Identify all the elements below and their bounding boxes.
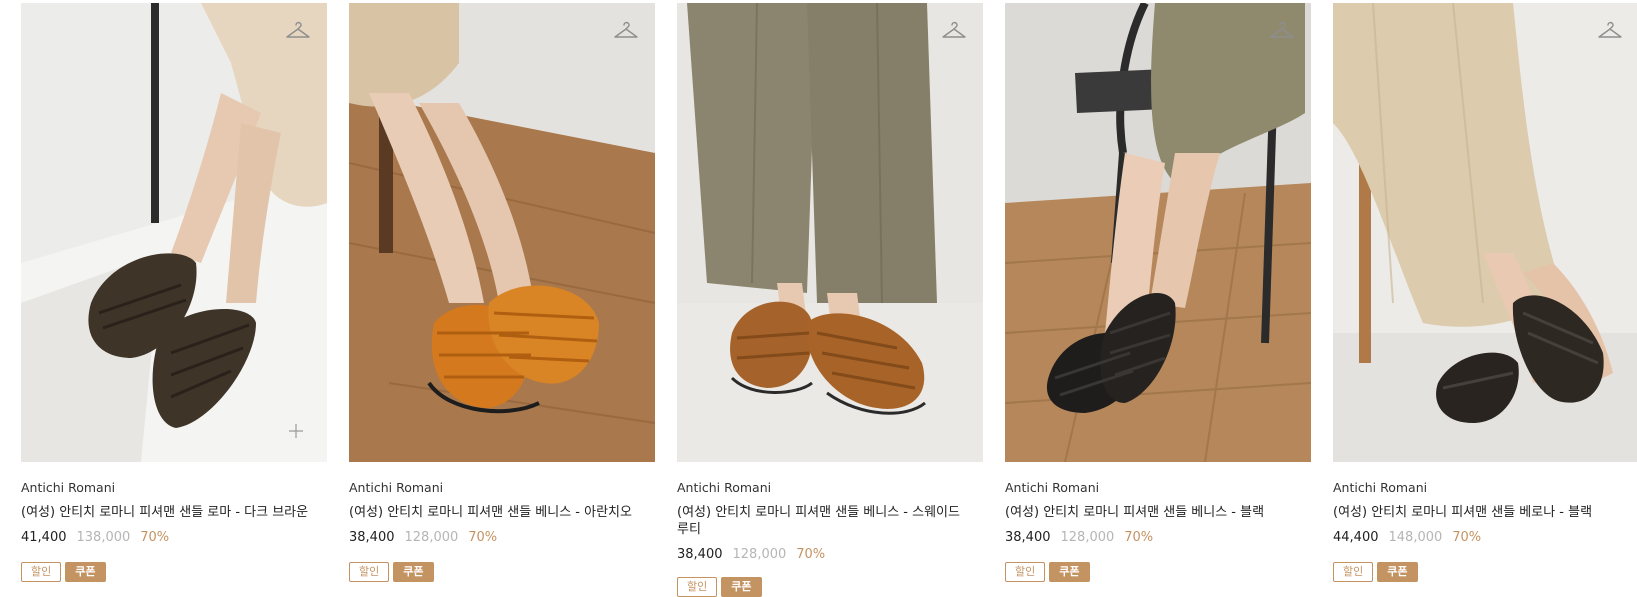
original-price: 148,000 [1388,530,1443,545]
sale-badge: 할인 [677,577,718,597]
product-brand: Antichi Romani [349,480,444,495]
badge-list: 할인 쿠폰 [21,562,327,582]
price-row: 38,400 128,000 70% [677,546,983,563]
discount-rate: 70% [796,547,826,562]
product-image[interactable] [1005,3,1311,462]
product-brand: Antichi Romani [21,480,116,495]
product-name[interactable]: (여성) 안티치 로마니 피셔맨 샌들 베니스 - 블랙 [1005,504,1311,521]
product-grid: Antichi Romani (여성) 안티치 로마니 피셔맨 샌들 로마 - … [21,3,1637,597]
coupon-badge: 쿠폰 [393,562,434,582]
sale-badge: 할인 [21,562,62,582]
product-photo [1005,3,1311,462]
product-image[interactable] [349,3,655,462]
sale-badge: 할인 [1333,562,1374,582]
product-photo [1333,3,1637,462]
product-card[interactable]: Antichi Romani (여성) 안티치 로마니 피셔맨 샌들 베니스 -… [677,3,983,597]
plus-icon[interactable] [289,424,303,438]
hanger-icon[interactable] [613,20,639,42]
badge-list: 할인 쿠폰 [1333,562,1637,582]
hanger-icon[interactable] [1269,20,1295,42]
original-price: 128,000 [732,547,787,562]
product-brand: Antichi Romani [677,480,772,495]
sale-price: 44,400 [1333,530,1379,545]
product-name[interactable]: (여성) 안티치 로마니 피셔맨 샌들 베니스 - 아란치오 [349,504,655,521]
product-photo [349,3,655,462]
hanger-icon[interactable] [941,20,967,42]
hanger-icon[interactable] [1597,20,1623,42]
badge-list: 할인 쿠폰 [677,577,983,597]
badge-list: 할인 쿠폰 [1005,562,1311,582]
discount-rate: 70% [140,530,170,545]
product-name[interactable]: (여성) 안티치 로마니 피셔맨 샌들 베로나 - 블랙 [1333,504,1637,521]
price-row: 38,400 128,000 70% [349,529,655,546]
coupon-badge: 쿠폰 [1377,562,1418,582]
product-card[interactable]: Antichi Romani (여성) 안티치 로마니 피셔맨 샌들 베니스 -… [349,3,655,597]
discount-rate: 70% [1124,530,1154,545]
coupon-badge: 쿠폰 [65,562,106,582]
price-row: 38,400 128,000 70% [1005,529,1311,546]
product-image[interactable] [21,3,327,462]
price-row: 41,400 138,000 70% [21,529,327,546]
discount-rate: 70% [1452,530,1482,545]
sale-price: 38,400 [1005,530,1051,545]
original-price: 128,000 [1060,530,1115,545]
hanger-icon[interactable] [285,20,311,42]
discount-rate: 70% [468,530,498,545]
price-row: 44,400 148,000 70% [1333,529,1637,546]
sale-price: 38,400 [349,530,395,545]
product-card[interactable]: Antichi Romani (여성) 안티치 로마니 피셔맨 샌들 베니스 -… [1005,3,1311,597]
product-brand: Antichi Romani [1005,480,1100,495]
coupon-badge: 쿠폰 [721,577,762,597]
product-photo [21,3,327,462]
product-image[interactable] [677,3,983,462]
product-image[interactable] [1333,3,1637,462]
product-name[interactable]: (여성) 안티치 로마니 피셔맨 샌들 로마 - 다크 브라운 [21,504,327,521]
product-name[interactable]: (여성) 안티치 로마니 피셔맨 샌들 베니스 - 스웨이드 루티 [677,504,983,538]
sale-badge: 할인 [349,562,390,582]
product-card[interactable]: Antichi Romani (여성) 안티치 로마니 피셔맨 샌들 베로나 -… [1333,3,1637,597]
product-photo [677,3,983,462]
original-price: 128,000 [404,530,459,545]
product-brand: Antichi Romani [1333,480,1428,495]
sale-price: 38,400 [677,547,723,562]
sale-badge: 할인 [1005,562,1046,582]
coupon-badge: 쿠폰 [1049,562,1090,582]
original-price: 138,000 [76,530,131,545]
product-card[interactable]: Antichi Romani (여성) 안티치 로마니 피셔맨 샌들 로마 - … [21,3,327,597]
sale-price: 41,400 [21,530,67,545]
badge-list: 할인 쿠폰 [349,562,655,582]
